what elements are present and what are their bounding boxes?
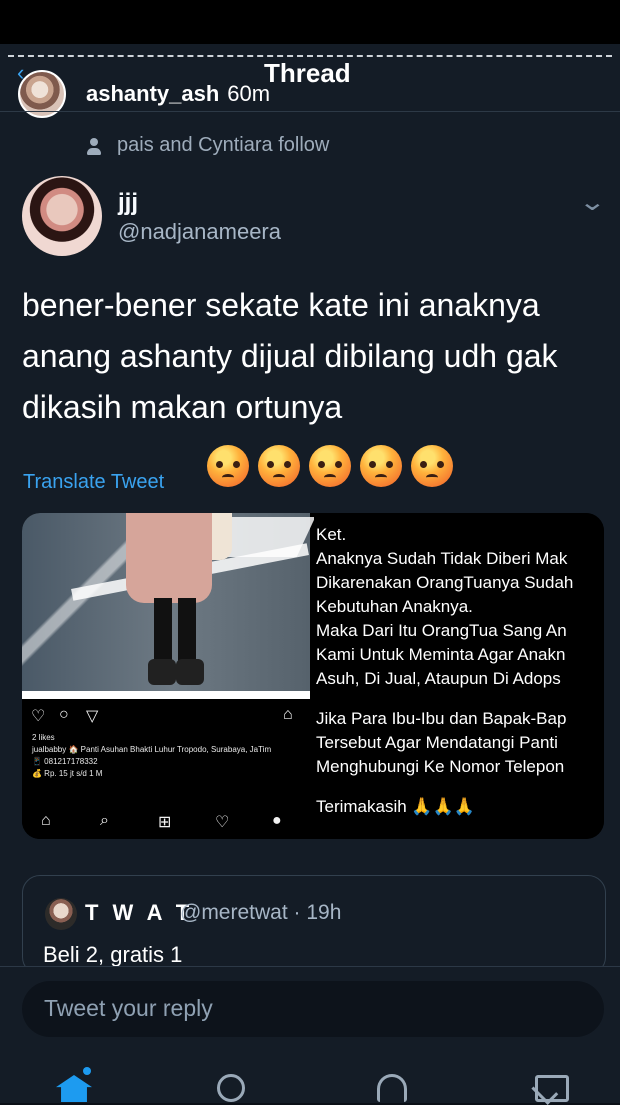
media-text-line: Maka Dari Itu OrangTua Sang An	[316, 621, 567, 640]
child-leg	[178, 598, 196, 662]
heart-icon: ♡	[31, 708, 46, 725]
reply-input[interactable]: Tweet your reply	[22, 981, 604, 1037]
bottom-navigation	[0, 1058, 620, 1102]
quoted-author-name[interactable]: T W A T	[85, 900, 193, 926]
mail-icon[interactable]	[535, 1075, 569, 1102]
quoted-avatar[interactable]	[45, 898, 77, 930]
media-text-line: Terimakasih 🙏🙏🙏	[316, 797, 475, 816]
bell-icon[interactable]	[377, 1074, 407, 1102]
angry-face-icon	[411, 445, 453, 487]
comment-icon: ○	[59, 706, 69, 723]
translate-tweet-link[interactable]: Translate Tweet	[23, 471, 164, 494]
child-boot	[176, 659, 204, 685]
profile-icon: ●	[272, 812, 282, 829]
social-context: pais and Cyntiara follow	[86, 134, 329, 157]
notification-dot	[83, 1067, 91, 1075]
bookmark-icon: ⌂	[283, 706, 293, 723]
angry-face-icon	[207, 445, 249, 487]
author-handle[interactable]: @nadjanameera	[118, 219, 281, 245]
emoji-row	[207, 445, 453, 487]
tweet-text: bener-bener sekate kate ini anaknya anan…	[22, 280, 607, 433]
instagram-caption: 2 likes jualbabby 🏠 Panti Asuhan Bhakti …	[32, 732, 304, 780]
home-icon: ⌂	[41, 812, 51, 829]
angry-face-icon	[360, 445, 402, 487]
header-divider	[0, 111, 620, 112]
quoted-tweet-card[interactable]: T W A T @meretwat · 19h Beli 2, gratis 1	[22, 875, 606, 975]
media-text-line: Ket.	[316, 525, 347, 544]
instagram-bottom-nav: ⌂ ⌕ ⊞ ♡ ●	[22, 807, 310, 839]
text-spacer	[314, 779, 604, 795]
quoted-tweet-text: Beli 2, gratis 1	[43, 942, 183, 967]
angry-face-icon	[309, 445, 351, 487]
media-text-line: Asuh, Di Jual, Ataupun Di Adops	[316, 669, 561, 688]
tweet-media-card[interactable]: ♡ ○ ▽ ⌂ 2 likes jualbabby 🏠 Panti Asuhan…	[22, 513, 604, 839]
share-icon: ▽	[86, 708, 99, 725]
instagram-actions: ♡ ○ ▽ ⌂	[31, 706, 301, 725]
story-username[interactable]: ashanty_ash	[86, 81, 219, 107]
search-icon: ⌕	[100, 812, 109, 829]
likes-count: 2 likes	[32, 733, 55, 742]
text-screenshot-image[interactable]: Ket. Anaknya Sudah Tidak Diberi Mak Dika…	[314, 513, 604, 839]
story-time: 60m	[227, 81, 271, 106]
media-text-line: Anaknya Sudah Tidak Diberi Mak	[316, 549, 568, 568]
heart-icon: ♡	[215, 814, 230, 831]
image-divider	[22, 691, 310, 699]
author-avatar[interactable]	[22, 176, 102, 256]
child-coat	[126, 513, 212, 603]
social-context-text: pais and Cyntiara follow	[117, 134, 330, 156]
media-text-line: Menghubungi Ke Nomor Telepon	[316, 757, 565, 776]
thread-title: Thread	[264, 58, 351, 88]
child-leg	[154, 598, 172, 662]
phone-number: 📱 081217178332	[32, 757, 98, 766]
author-name[interactable]: jjj	[118, 189, 138, 217]
media-text-line: Kami Untuk Meminta Agar Anakn	[316, 645, 566, 664]
media-text-line: Dikarenakan OrangTuanya Sudah	[316, 573, 574, 592]
person-icon	[86, 137, 102, 155]
media-text-line: Kebutuhan Anaknya.	[316, 597, 473, 616]
quoted-handle-time: @meretwat · 19h	[180, 901, 342, 924]
price-text: 💰 Rp. 15 jt s/d 1 M	[32, 769, 103, 778]
tweet-line: dikasih makan ortunya	[22, 389, 343, 425]
tweet-line: bener-bener sekate kate ini anaknya	[22, 287, 540, 323]
angry-face-icon	[258, 445, 300, 487]
chevron-down-icon[interactable]: ⌄	[578, 188, 612, 216]
text-spacer	[314, 691, 604, 707]
search-icon[interactable]	[217, 1074, 245, 1102]
add-icon: ⊞	[158, 814, 172, 831]
child-boot	[148, 659, 176, 685]
phone-status-area	[0, 0, 620, 44]
caption-text: jualbabby 🏠 Panti Asuhan Bhakti Luhur Tr…	[32, 745, 272, 754]
media-text-line: Jika Para Ibu-Ibu dan Bapak-Bap	[316, 709, 567, 728]
media-text-line: Tersebut Agar Mendatangi Panti	[316, 733, 558, 752]
instagram-screenshot-image[interactable]: ♡ ○ ▽ ⌂ 2 likes jualbabby 🏠 Panti Asuhan…	[22, 513, 310, 839]
tweet-line: anang ashanty dijual dibilang udh gak	[22, 338, 558, 374]
story-progress-indicator	[8, 55, 612, 57]
